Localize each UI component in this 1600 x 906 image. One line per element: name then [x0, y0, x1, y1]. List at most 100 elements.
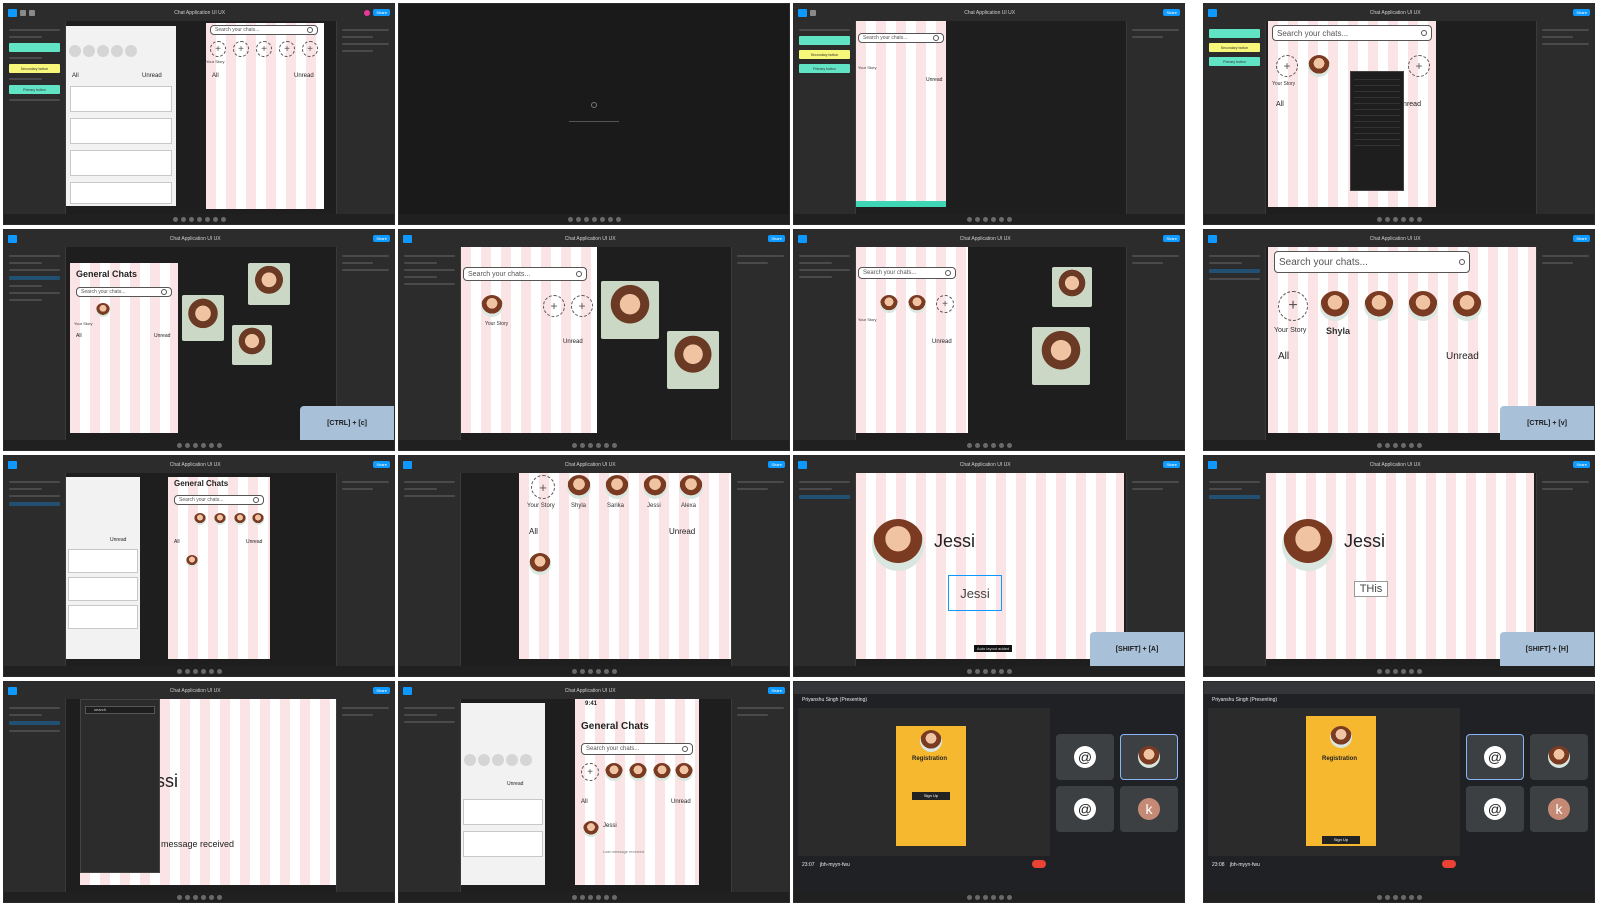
share-button[interactable]: Share	[1163, 9, 1180, 16]
add-story-icon[interactable]: +	[581, 763, 599, 781]
profile-photo[interactable]	[232, 325, 272, 365]
canvas[interactable]: + Your Story Shyla Sarika Jessi Alexa Al…	[461, 473, 731, 666]
avatar[interactable]	[186, 555, 198, 567]
figma-menu-icon[interactable]	[403, 234, 412, 243]
tab-unread[interactable]: Unread	[563, 339, 583, 345]
avatar[interactable]	[1364, 291, 1394, 321]
avatar[interactable]	[194, 513, 206, 525]
canvas[interactable]: Search your chats... + + Your Story All …	[1266, 21, 1536, 214]
search-input[interactable]: Search your chats...	[858, 267, 956, 279]
avatar[interactable]	[583, 821, 599, 837]
tab-unread[interactable]: Unread	[507, 781, 523, 787]
tab-all[interactable]: All	[1278, 351, 1289, 362]
tab-all[interactable]: All	[76, 333, 82, 339]
avatar[interactable]	[529, 553, 551, 575]
tab-unread[interactable]: Unread	[1446, 351, 1479, 362]
avatar[interactable]	[872, 519, 924, 571]
avatar[interactable]	[629, 763, 647, 781]
add-story-icon[interactable]: +	[256, 41, 272, 57]
figma-menu-icon[interactable]	[798, 234, 807, 243]
tab-unread[interactable]: Unread	[110, 537, 126, 543]
share-button[interactable]: Share	[373, 687, 390, 694]
tab-all[interactable]: All	[529, 527, 538, 536]
profile-photo[interactable]	[182, 295, 224, 341]
move-tool-icon[interactable]	[810, 9, 816, 16]
secondary-button-sample[interactable]: Secondary button	[1209, 43, 1260, 52]
share-button[interactable]: Share	[373, 461, 390, 468]
context-menu[interactable]	[1350, 71, 1404, 191]
add-story-icon[interactable]: +	[279, 41, 295, 57]
end-call-button[interactable]	[1032, 860, 1046, 868]
avatar[interactable]	[643, 475, 667, 499]
canvas[interactable]: Unread 9:41 General Chats Search your ch…	[461, 699, 731, 892]
tab-unread[interactable]: Unread	[294, 73, 314, 79]
tab-unread[interactable]: Unread	[926, 77, 942, 83]
search-input[interactable]: Search your chats...	[858, 33, 944, 43]
figma-menu-icon[interactable]	[8, 234, 17, 243]
share-button[interactable]: Share	[373, 235, 390, 242]
name-text-layer[interactable]: Jessi	[948, 575, 1002, 611]
share-button[interactable]: Share	[1163, 461, 1180, 468]
avatar[interactable]	[880, 295, 898, 313]
avatar[interactable]	[1452, 291, 1482, 321]
avatar[interactable]	[364, 9, 371, 16]
tab-unread[interactable]: Unread	[671, 799, 691, 805]
avatar[interactable]	[252, 513, 264, 525]
search-input[interactable]: Search your chats...	[1274, 251, 1470, 273]
avatar[interactable]	[605, 475, 629, 499]
avatar[interactable]	[234, 513, 246, 525]
tab-all[interactable]: All	[72, 73, 79, 79]
add-story-icon[interactable]: +	[210, 41, 226, 57]
canvas[interactable]: Search your chats... Your Story Unread	[856, 21, 1126, 214]
figma-menu-icon[interactable]	[403, 460, 412, 469]
profile-photo[interactable]	[1032, 327, 1090, 385]
share-button[interactable]: Share	[768, 687, 785, 694]
profile-photo[interactable]	[667, 331, 719, 389]
canvas[interactable]: All Unread Search your chats... + + + + …	[66, 21, 336, 214]
move-tool-icon[interactable]	[20, 9, 26, 16]
figma-menu-icon[interactable]	[1208, 234, 1217, 243]
frame-tool-icon[interactable]	[29, 9, 35, 16]
canvas[interactable]: General Chats Search your chats... Your …	[66, 247, 336, 440]
primary-button-sample[interactable]: Primary button	[799, 64, 850, 73]
add-story-icon[interactable]: +	[543, 295, 565, 317]
share-button[interactable]: Share	[1573, 235, 1590, 242]
add-story-icon[interactable]: +	[1276, 55, 1298, 77]
avatar[interactable]	[679, 475, 703, 499]
share-button[interactable]: Share	[768, 461, 785, 468]
profile-photo[interactable]	[601, 281, 659, 339]
sign-up-button[interactable]: Sign Up	[1322, 836, 1360, 844]
avatar[interactable]	[1408, 291, 1438, 321]
avatar[interactable]	[675, 763, 693, 781]
tab-all[interactable]: All	[174, 539, 180, 545]
end-call-button[interactable]	[1442, 860, 1456, 868]
avatar[interactable]	[605, 763, 623, 781]
profile-photo[interactable]	[248, 263, 290, 305]
canvas[interactable]: Search your chats... + Your Story Shyla …	[1266, 247, 1536, 440]
figma-menu-icon[interactable]	[8, 460, 17, 469]
teal-swatch[interactable]	[9, 43, 60, 52]
layer-search-input[interactable]: search	[85, 706, 155, 714]
primary-button-sample[interactable]: Primary button	[1209, 57, 1260, 66]
search-input[interactable]: Search your chats...	[1272, 25, 1432, 41]
add-story-icon[interactable]: +	[571, 295, 593, 317]
tab-all[interactable]: All	[1276, 101, 1284, 108]
avatar[interactable]	[96, 303, 110, 317]
tab-unread[interactable]: Unread	[246, 539, 262, 545]
teal-swatch[interactable]	[1209, 29, 1260, 38]
secondary-button-sample[interactable]: Secondary button	[799, 50, 850, 59]
tab-unread[interactable]: Unread	[669, 527, 695, 536]
add-story-icon[interactable]: +	[1278, 291, 1308, 321]
canvas[interactable]: Search your chats... + Your Story Unread	[856, 247, 1126, 440]
canvas[interactable]: Jessi THis	[1266, 473, 1536, 666]
figma-menu-icon[interactable]	[798, 460, 807, 469]
add-story-icon[interactable]: +	[233, 41, 249, 57]
primary-button-sample[interactable]: Primary button	[9, 85, 60, 94]
avatar[interactable]	[567, 475, 591, 499]
figma-menu-icon[interactable]	[1208, 460, 1217, 469]
tab-all[interactable]: All	[212, 73, 219, 79]
text-input[interactable]: THis	[1354, 581, 1388, 597]
avatar[interactable]	[653, 763, 671, 781]
figma-menu-icon[interactable]	[8, 686, 17, 695]
add-story-icon[interactable]: +	[936, 295, 954, 313]
